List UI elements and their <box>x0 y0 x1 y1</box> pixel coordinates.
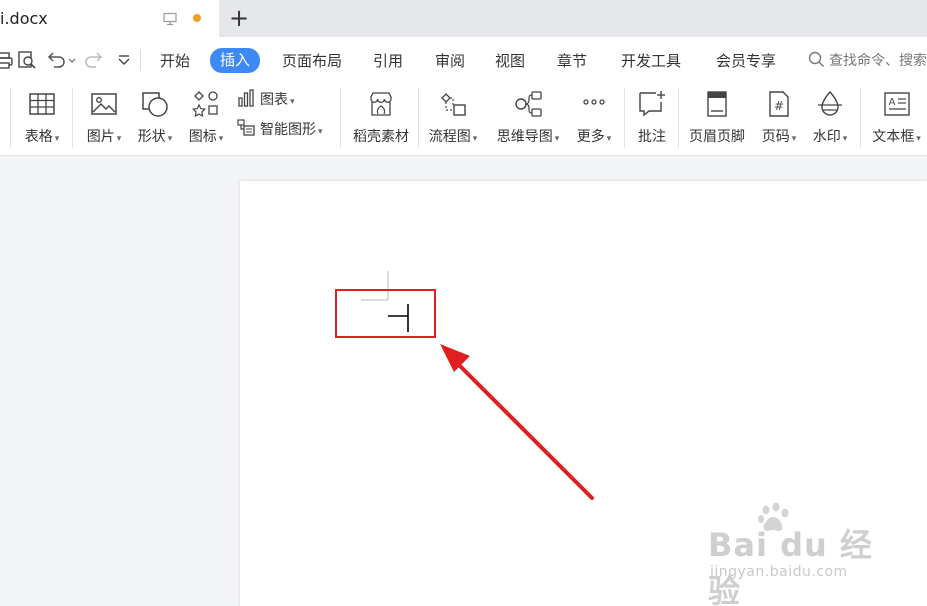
picture-icon <box>91 93 117 115</box>
search-icon <box>808 51 825 68</box>
undo-icon[interactable] <box>46 50 78 70</box>
print-preview-icon[interactable] <box>17 50 37 70</box>
smartart-label: 智能图形 <box>260 122 316 138</box>
command-search[interactable]: 查找命令、搜索 <box>808 50 927 72</box>
store-icon <box>370 92 392 116</box>
menu-tab-section[interactable]: 章节 <box>557 50 587 72</box>
ribbon-separator <box>340 88 341 148</box>
baidu-watermark: Bai du 经验 jingyan.baidu.com <box>708 502 883 606</box>
menu-tab-view[interactable]: 视图 <box>495 50 525 72</box>
icon-button[interactable]: 图标 ▾ <box>182 86 230 150</box>
ribbon-separator <box>624 88 625 148</box>
header-footer-icon <box>707 91 727 117</box>
textbox-label: 文本框 <box>872 129 915 145</box>
chart-label: 图表 <box>260 92 288 108</box>
menu-tab-home[interactable]: 开始 <box>160 50 190 72</box>
watermark-url: jingyan.baidu.com <box>710 564 848 580</box>
ribbon-separator <box>418 88 419 148</box>
chart-button[interactable]: 图表 ▾ <box>236 88 295 112</box>
ribbon-separator <box>860 88 861 148</box>
smartart-icon <box>237 119 255 136</box>
new-tab-button[interactable]: + <box>226 3 252 33</box>
flowchart-icon <box>441 93 466 116</box>
mindmap-button[interactable]: 思维导图 ▾ <box>492 86 564 150</box>
header-footer-label: 页眉页脚 <box>689 129 745 145</box>
flowchart-label: 流程图 <box>428 129 471 145</box>
insert-ribbon: 表格 ▾ 图片 ▾ 形状 ▾ 图标 ▾ 图表 ▾ 智能图形 ▾ 稻壳素材 流程图 ▾ 思维导图… <box>0 82 927 156</box>
tab-bar: i.docx + <box>0 0 927 37</box>
more-icon <box>583 99 605 105</box>
comment-label: 批注 <box>638 129 666 145</box>
comment-icon <box>639 91 665 117</box>
comment-button[interactable]: 批注 <box>630 86 674 150</box>
textbox-button[interactable]: A 文本框 ▾ <box>866 86 927 150</box>
table-icon <box>29 93 55 115</box>
document-tab-title: i.docx <box>0 9 48 28</box>
shape-icon <box>142 92 168 117</box>
menu-tab-membership[interactable]: 会员专享 <box>716 50 776 72</box>
shape-label: 形状 <box>137 129 166 145</box>
mindmap-label: 思维导图 <box>496 129 553 145</box>
header-footer-button[interactable]: 页眉页脚 <box>684 86 750 150</box>
icon-label: 图标 <box>188 129 217 145</box>
redo-icon[interactable] <box>84 50 104 70</box>
ribbon-separator <box>678 88 679 148</box>
menu-tab-page-layout[interactable]: 页面布局 <box>282 50 342 72</box>
watermark-icon <box>818 90 842 116</box>
more-button[interactable]: 更多 ▾ <box>570 86 618 150</box>
icons-library-icon <box>191 91 218 118</box>
mindmap-icon <box>515 91 542 117</box>
daoke-materials-label: 稻壳素材 <box>353 129 409 145</box>
document-tab[interactable]: i.docx <box>0 0 219 37</box>
unsaved-indicator <box>193 14 201 22</box>
page-number-icon: # <box>769 91 789 117</box>
ribbon-separator <box>10 88 11 148</box>
picture-button[interactable]: 图片 ▾ <box>80 86 128 150</box>
table-button[interactable]: 表格 ▾ <box>18 86 66 150</box>
more-label: 更多 <box>576 129 605 145</box>
svg-text:#: # <box>774 99 784 113</box>
flowchart-button[interactable]: 流程图 ▾ <box>424 86 482 150</box>
chart-icon <box>238 89 254 107</box>
menu-tab-references[interactable]: 引用 <box>373 50 403 72</box>
table-label: 表格 <box>24 129 53 145</box>
svg-text:A: A <box>888 97 895 108</box>
menu-tab-insert[interactable]: 插入 <box>210 48 261 73</box>
page-number-label: 页码 <box>761 129 790 145</box>
menu-tab-review[interactable]: 审阅 <box>435 50 465 72</box>
menu-separator <box>140 49 141 71</box>
smartart-button[interactable]: 智能图形 ▾ <box>236 118 323 142</box>
picture-label: 图片 <box>86 129 115 145</box>
ribbon-separator <box>72 88 73 148</box>
watermark-button[interactable]: 水印 ▾ <box>806 86 854 150</box>
textbox-icon: A <box>883 92 910 116</box>
watermark-label: 水印 <box>812 129 841 145</box>
command-search-placeholder: 查找命令、搜索 <box>829 53 927 69</box>
print-icon[interactable] <box>0 50 14 70</box>
monitor-icon[interactable] <box>163 11 177 26</box>
menu-tab-developer[interactable]: 开发工具 <box>621 50 681 72</box>
page-number-button[interactable]: # 页码 ▾ <box>756 86 802 150</box>
shape-button[interactable]: 形状 ▾ <box>131 86 179 150</box>
menu-row: 开始 插入 页面布局 引用 审阅 视图 章节 开发工具 会员专享 查找命令、搜索 <box>0 37 927 82</box>
daoke-materials-button[interactable]: 稻壳素材 <box>348 86 414 150</box>
customize-dropdown-icon[interactable] <box>114 50 134 70</box>
watermark-brand: Bai du 经验 <box>708 526 873 606</box>
